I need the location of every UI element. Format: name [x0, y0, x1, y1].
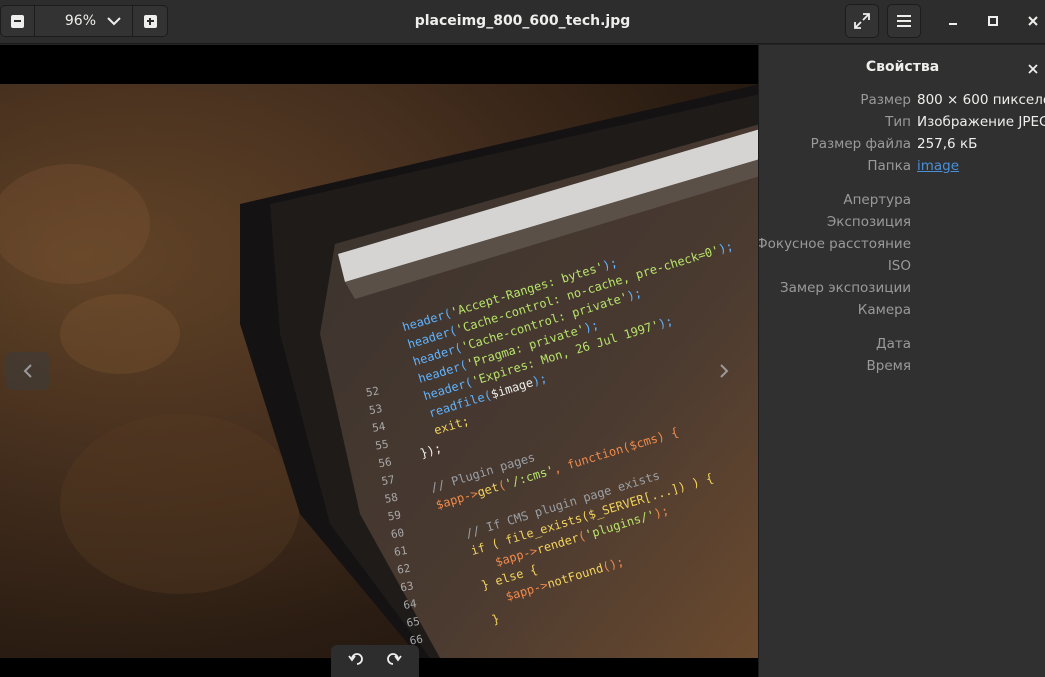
prop-time: Время: [759, 358, 1045, 378]
close-icon: [1028, 16, 1038, 26]
svg-text:52: 52: [365, 384, 380, 399]
next-image-button[interactable]: [706, 352, 742, 390]
header-bar: 96% placeimg_800_600_tech.jpg: [0, 0, 1045, 44]
exif-exposure: Экспозиция: [759, 214, 1045, 234]
zoom-out-icon: [11, 14, 24, 28]
rotate-right-icon: [387, 653, 402, 665]
hamburger-menu-icon: [897, 15, 911, 27]
prop-label: Экспозиция: [826, 214, 911, 230]
zoom-level-value: 96%: [64, 13, 96, 29]
prop-label: Апертура: [843, 192, 911, 208]
zoom-in-button[interactable]: [133, 6, 167, 36]
prop-type: Тип Изображение JPEG: [759, 114, 1045, 134]
prop-label: ISO: [887, 258, 911, 274]
svg-text:61: 61: [393, 544, 408, 559]
maximize-button[interactable]: [983, 11, 1003, 31]
zoom-in-icon: [143, 14, 157, 28]
prop-value: 257,6 кБ: [917, 136, 978, 152]
prop-label: Размер: [860, 92, 911, 108]
exif-iso: ISO: [759, 258, 1045, 278]
chevron-left-icon: [23, 364, 32, 378]
svg-text:54: 54: [371, 420, 387, 435]
fullscreen-button[interactable]: [845, 4, 879, 38]
svg-text:56: 56: [377, 455, 392, 470]
zoom-out-button[interactable]: [1, 6, 35, 36]
zoom-level-dropdown[interactable]: 96%: [35, 6, 133, 36]
close-icon: [1028, 64, 1038, 74]
prop-label: Папка: [867, 158, 911, 174]
fullscreen-icon: [854, 13, 870, 29]
svg-text:64: 64: [402, 597, 418, 612]
svg-text:62: 62: [396, 562, 411, 577]
prop-label: Тип: [885, 114, 911, 130]
prop-value: 800 × 600 пикселов: [917, 92, 1045, 108]
exif-metering: Замер экспозиции: [759, 280, 1045, 300]
prop-label: Дата: [876, 336, 911, 352]
minimize-icon: [949, 23, 957, 25]
prop-size: Размер 800 × 600 пикселов: [759, 92, 1045, 112]
rotate-left-button[interactable]: [348, 650, 366, 672]
prop-folder: Папка image: [759, 158, 1045, 178]
close-sidebar-button[interactable]: [1024, 60, 1042, 78]
displayed-image: header('Accept-Ranges: bytes'); header('…: [0, 84, 758, 658]
prop-label: Размер файла: [810, 136, 911, 152]
exif-focal-length: Фокусное расстояние: [759, 236, 1045, 256]
rotate-toolbar: [331, 645, 419, 677]
close-window-button[interactable]: [1023, 11, 1043, 31]
svg-text:57: 57: [381, 473, 396, 488]
prop-label: Замер экспозиции: [779, 280, 911, 296]
svg-text:55: 55: [374, 437, 389, 452]
prop-value: Изображение JPEG: [917, 114, 1045, 130]
exif-camera: Камера: [759, 302, 1045, 322]
rotate-right-button[interactable]: [384, 650, 402, 672]
minimize-button[interactable]: [943, 11, 963, 31]
svg-text:58: 58: [384, 491, 399, 506]
previous-image-button[interactable]: [6, 352, 49, 390]
image-viewer[interactable]: header('Accept-Ranges: bytes'); header('…: [0, 45, 758, 677]
prop-label: Фокусное расстояние: [758, 236, 911, 252]
prop-date: Дата: [759, 336, 1045, 356]
prop-label: Камера: [857, 302, 911, 318]
svg-text:63: 63: [399, 579, 414, 594]
properties-sidebar: Свойства Размер 800 × 600 пикселов Тип И…: [758, 45, 1045, 677]
prop-label: Время: [866, 358, 911, 374]
zoom-controls: 96%: [0, 5, 168, 37]
laptop-code-photo: header('Accept-Ranges: bytes'); header('…: [0, 84, 758, 658]
svg-text:53: 53: [368, 402, 383, 417]
main-menu-button[interactable]: [887, 4, 921, 38]
svg-text:59: 59: [387, 508, 402, 523]
sidebar-title: Свойства: [865, 59, 940, 75]
svg-text:60: 60: [390, 526, 405, 541]
folder-link[interactable]: image: [917, 158, 959, 174]
svg-text:65: 65: [406, 615, 421, 630]
chevron-down-icon: [107, 17, 121, 26]
maximize-icon: [988, 16, 998, 26]
chevron-right-icon: [720, 364, 729, 378]
rotate-left-icon: [348, 653, 363, 665]
exif-aperture: Апертура: [759, 192, 1045, 212]
prop-file-size: Размер файла 257,6 кБ: [759, 136, 1045, 156]
